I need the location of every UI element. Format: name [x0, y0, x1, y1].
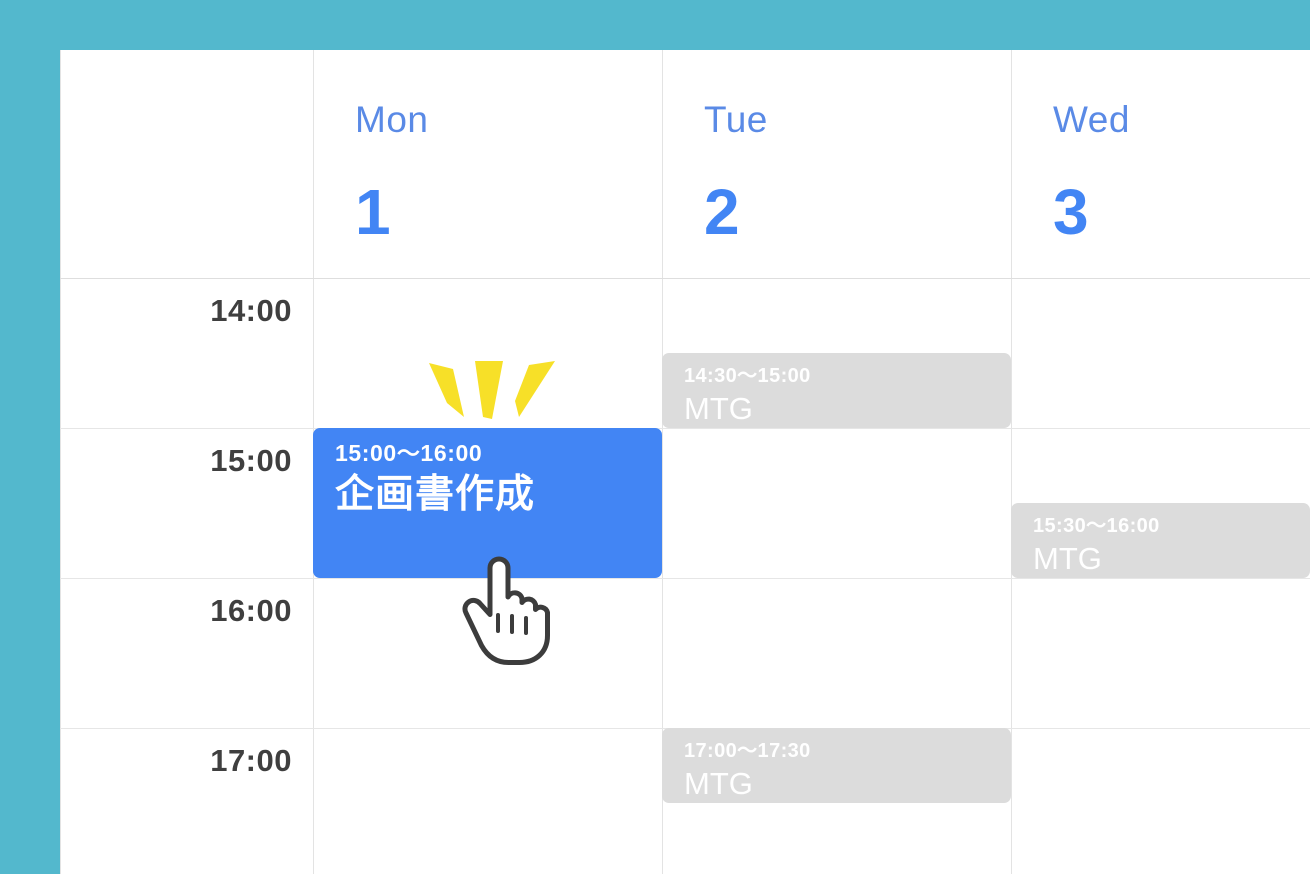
- day-number-mon: 1: [355, 176, 391, 248]
- time-label-1700: 17:00: [210, 743, 292, 778]
- time-label-1400: 14:00: [210, 293, 292, 328]
- event-time: 15:30〜16:00: [1033, 515, 1160, 537]
- grid-hline-header-separator: [60, 278, 1310, 279]
- event-block-wed-1530[interactable]: 15:30〜16:00 MTG: [1011, 503, 1310, 578]
- day-header-wed[interactable]: Wed 3: [1011, 50, 1310, 278]
- day-name-tue: Tue: [704, 99, 768, 140]
- event-block-mon-1500-selected[interactable]: 15:00〜16:00 企画書作成: [313, 428, 662, 578]
- time-label-1600: 16:00: [210, 593, 292, 628]
- day-header-tue[interactable]: Tue 2: [662, 50, 1011, 278]
- event-block-tue-1700[interactable]: 17:00〜17:30 MTG: [662, 728, 1011, 803]
- day-number-wed: 3: [1053, 176, 1089, 248]
- day-name-wed: Wed: [1053, 99, 1130, 140]
- event-title: MTG: [684, 391, 753, 426]
- corner-blank-cell: [60, 50, 313, 278]
- day-number-tue: 2: [704, 176, 740, 248]
- event-title: MTG: [1033, 541, 1102, 576]
- grid-hline-15: [60, 428, 1310, 429]
- screen-root: Mon 1 Tue 2 Wed 3 14:00 15:00 16:00 17:0…: [0, 0, 1310, 874]
- day-header-mon[interactable]: Mon 1: [313, 50, 662, 278]
- event-time: 14:30〜15:00: [684, 365, 811, 387]
- time-label-1500: 15:00: [210, 443, 292, 478]
- click-burst-rays-icon: [417, 355, 567, 425]
- event-time: 15:00〜16:00: [335, 440, 483, 466]
- event-time: 17:00〜17:30: [684, 740, 811, 762]
- weekly-calendar-panel: Mon 1 Tue 2 Wed 3 14:00 15:00 16:00 17:0…: [60, 50, 1310, 874]
- event-title: MTG: [684, 766, 753, 801]
- grid-hline-16: [60, 578, 1310, 579]
- day-name-mon: Mon: [355, 99, 429, 140]
- event-block-tue-1430[interactable]: 14:30〜15:00 MTG: [662, 353, 1011, 428]
- event-title: 企画書作成: [335, 472, 536, 516]
